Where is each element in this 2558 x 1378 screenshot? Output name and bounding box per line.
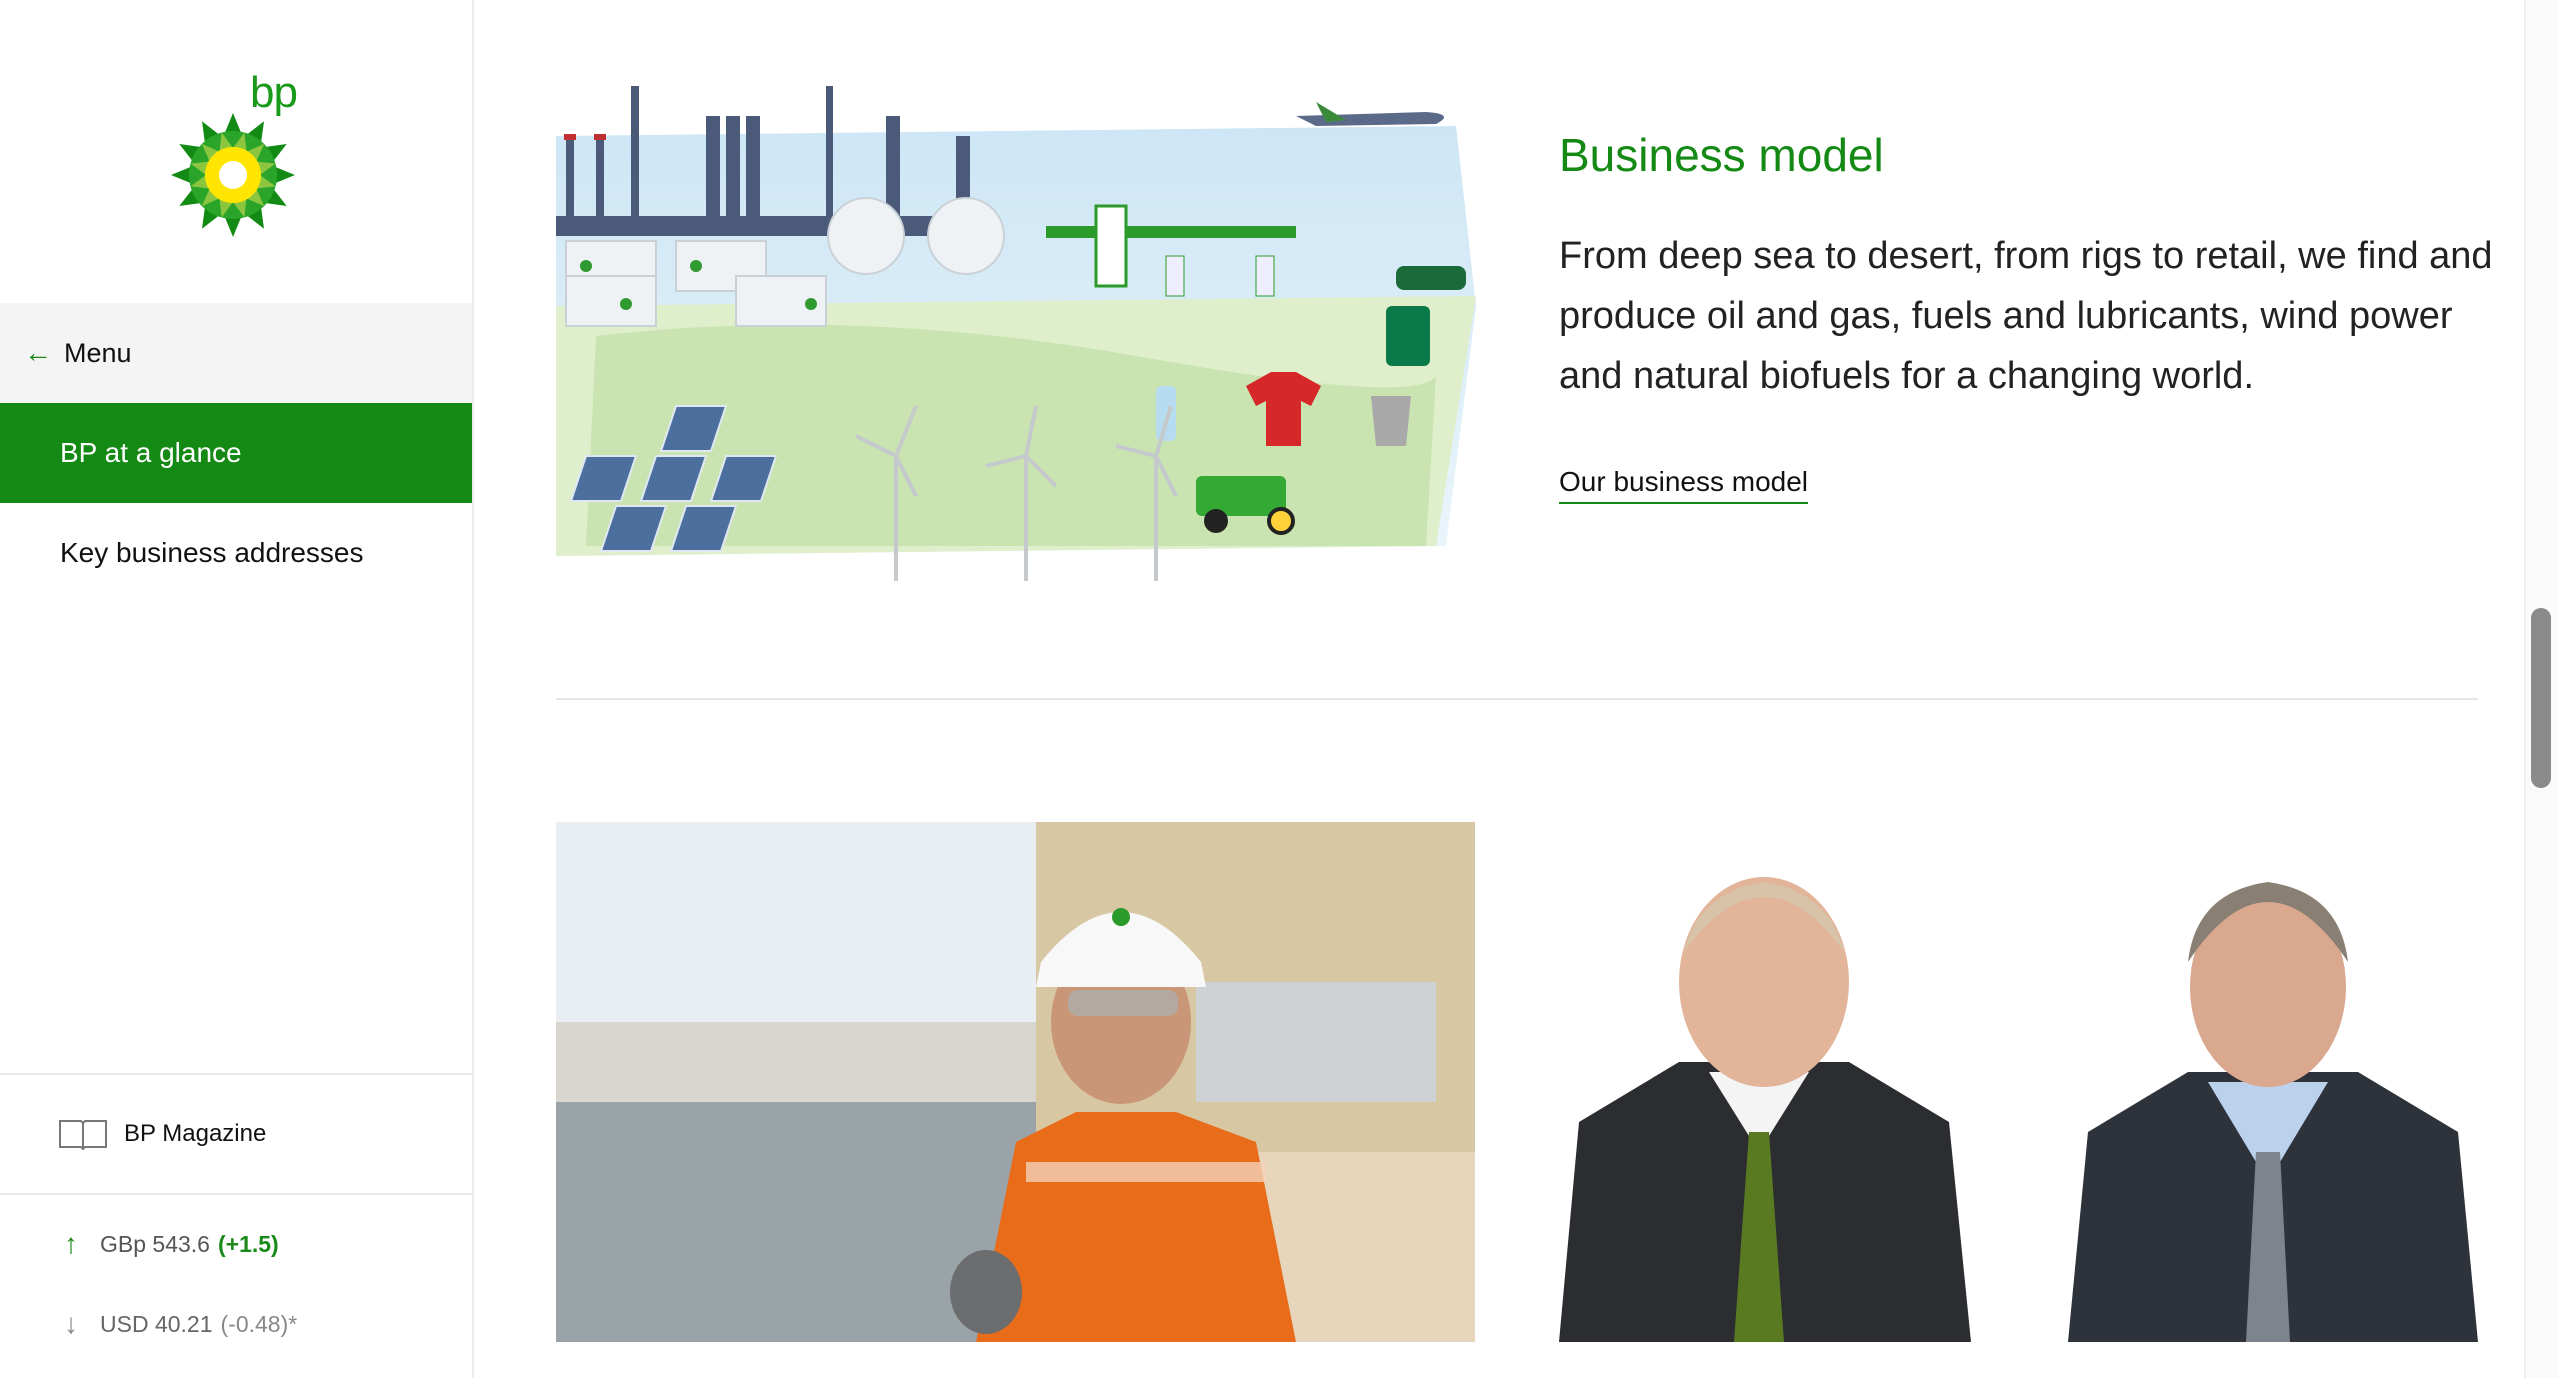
share-price-gbp: ↑ GBp 543.6 (+1.5) (56, 1230, 279, 1258)
sidebar-item-key-business-addresses[interactable]: Key business addresses (0, 503, 472, 603)
scrollbar-thumb[interactable] (2531, 608, 2551, 788)
sidebar-item-label: Key business addresses (60, 537, 364, 568)
menu-back-label: Menu (64, 337, 132, 368)
bp-logo[interactable]: bp (170, 68, 306, 238)
ticker-price: 543.6 (152, 1230, 210, 1257)
ticker-change: (-0.48)* (220, 1310, 298, 1337)
business-model-title: Business model (1559, 129, 1884, 181)
sidebar-item-label: BP at a glance (60, 437, 242, 468)
sidebar-item-bp-at-a-glance[interactable]: BP at a glance (0, 403, 472, 503)
our-business-model-link[interactable]: Our business model (1559, 466, 1809, 504)
helios-icon (171, 113, 295, 237)
open-book-icon (59, 1120, 107, 1151)
ticker-price: 40.21 (154, 1310, 213, 1337)
business-model-illustration (556, 86, 1476, 581)
worker-photo[interactable] (556, 822, 1475, 1342)
arrow-left-icon: ← (24, 337, 52, 368)
sidebar: bp ← Menu BP at a glance Key business ad… (0, 0, 474, 1378)
arrow-up-icon: ↑ (64, 1228, 78, 1259)
bp-logo-text: bp (250, 68, 298, 117)
bp-magazine-link[interactable]: BP Magazine (0, 1073, 472, 1195)
arrow-down-icon: ↓ (64, 1308, 78, 1339)
executive-portrait-2[interactable] (2068, 822, 2478, 1342)
share-price-usd: ↓ USD 40.21 (-0.48)* (56, 1310, 297, 1338)
menu-back-button[interactable]: ← Menu (0, 303, 472, 403)
ticker-symbol: USD (100, 1310, 149, 1337)
bp-magazine-label: BP Magazine (124, 1120, 267, 1147)
ticker-change: (+1.5) (217, 1230, 279, 1257)
business-model-description: From deep sea to desert, from rigs to re… (1559, 235, 2493, 397)
section-divider (556, 698, 2478, 700)
executive-portrait-1[interactable] (1559, 822, 1971, 1342)
ticker-symbol: GBp (100, 1230, 147, 1257)
